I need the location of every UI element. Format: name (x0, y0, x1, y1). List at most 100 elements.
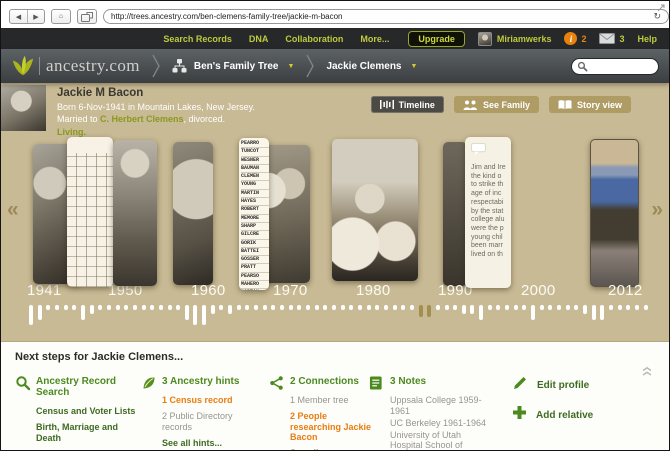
breadcrumb-tree-name[interactable]: Ben's Family Tree (194, 61, 279, 72)
next-steps-item[interactable]: See all hints... (162, 438, 265, 449)
timeline-photo-1960[interactable] (173, 142, 213, 285)
timeline-view-button[interactable]: Timeline (370, 96, 444, 113)
next-steps-item[interactable]: Birth, Marriage and Death (36, 422, 139, 443)
next-steps-item[interactable]: University of Utah Hospital School of Nu… (390, 430, 495, 451)
resize-corner-icon (657, 4, 665, 12)
timeline-photo-1950[interactable] (113, 140, 157, 286)
breadcrumb-person-name[interactable]: Jackie Clemens (326, 61, 401, 72)
timeline-story-card-1990[interactable]: Jim and Ire the kind o to strike th age of … (465, 137, 511, 288)
browser-back-button[interactable]: ◀ (10, 10, 27, 23)
timeline-year-1970[interactable]: 1970 (273, 282, 308, 299)
census-name: MEMORE (241, 215, 269, 223)
timeline-tick (124, 305, 129, 310)
timeline-tick (193, 305, 198, 325)
timeline-tick (608, 305, 613, 310)
timeline-tick (366, 305, 371, 310)
timeline-tick (496, 305, 501, 310)
family-tree-icon (172, 59, 187, 73)
timeline-census-document-1970[interactable]: PEARRO TUNCOT WESNER BAUMAN CLEMEN YOUNG MARTI… (239, 138, 269, 290)
tree-dropdown-icon[interactable]: ▼ (288, 63, 295, 70)
url-text[interactable]: http://trees.ancestry.com/ben-clemens-fa… (111, 12, 649, 21)
story-text-line: the kind o (471, 172, 502, 180)
carousel-prev-button[interactable]: « (7, 199, 19, 220)
census-name: YOUNG (241, 181, 269, 190)
timeline-position-marker[interactable] (427, 305, 432, 317)
spouse-link[interactable]: C. Herbert Clemens (100, 114, 184, 124)
next-steps-column-connections: 2 Connections 1 Member tree 2 People resea… (269, 375, 375, 450)
edit-profile-label: Edit profile (537, 380, 590, 391)
timeline-photo-1980[interactable] (332, 139, 418, 281)
profile-photo[interactable] (1, 85, 46, 131)
timeline-year-2012[interactable]: 2012 (608, 282, 643, 299)
timeline-tick (297, 305, 302, 310)
timeline-tick (72, 305, 77, 310)
site-search-box[interactable] (571, 57, 659, 75)
browser-home-button[interactable]: ⌂ (51, 9, 71, 24)
timeline-position-marker[interactable] (418, 305, 423, 317)
leaf-icon (141, 375, 157, 396)
nav-button-group: ◀ ▶ (9, 9, 45, 24)
census-name: PEARSO (241, 273, 269, 282)
messages[interactable]: 3 (599, 33, 624, 44)
browser-newtab-button[interactable] (77, 9, 97, 24)
nav-link-dna[interactable]: DNA (249, 34, 269, 44)
timeline-tick (210, 305, 215, 314)
timeline-tick (167, 305, 172, 310)
nav-link-collaboration[interactable]: Collaboration (285, 34, 343, 44)
next-steps-item[interactable]: Uppsala College 1959-1961 (390, 395, 495, 416)
site-search-input[interactable] (592, 60, 652, 72)
info-badge-icon[interactable]: i (564, 32, 578, 45)
pencil-icon (512, 375, 528, 396)
census-name: CORTAN (241, 289, 269, 290)
new-tab-icon (81, 11, 93, 22)
timeline-census-document-1941[interactable] (67, 137, 113, 287)
timeline-tick (115, 305, 120, 310)
timeline-scrubber[interactable] (29, 305, 648, 325)
census-name: CLEMEN (241, 173, 269, 182)
next-steps-item[interactable]: Census and Voter Lists (36, 406, 139, 417)
see-family-button[interactable]: See Family (453, 96, 539, 113)
census-name: PRATT (241, 264, 269, 273)
census-name: WESNER (241, 157, 269, 165)
story-text-line: by the stat (471, 207, 504, 215)
upgrade-button[interactable]: Upgrade (408, 30, 465, 47)
brand-wordmark[interactable]: ancestry.com (46, 56, 140, 76)
timeline-tick (643, 305, 648, 310)
timeline-photo-partial-1990[interactable] (443, 142, 467, 286)
timeline-photo-2012[interactable] (590, 139, 639, 287)
edit-profile-button[interactable]: Edit profile (512, 375, 641, 396)
timeline-year-1960[interactable]: 1960 (191, 282, 226, 299)
birth-info: Born 6-Nov-1941 in Mountain Lakes, New J… (57, 101, 255, 112)
user-avatar[interactable] (477, 31, 492, 46)
timeline-tick (29, 305, 33, 325)
timeline-tick (80, 305, 85, 320)
nav-link-search-records[interactable]: Search Records (163, 34, 232, 44)
help-link[interactable]: Help (637, 34, 657, 44)
url-bar[interactable]: http://trees.ancestry.com/ben-clemens-fa… (103, 9, 669, 24)
timeline-year-2000[interactable]: 2000 (521, 282, 556, 299)
timeline-year-1941[interactable]: 1941 (27, 282, 62, 299)
timeline-year-1980[interactable]: 1980 (356, 282, 391, 299)
next-steps-item[interactable]: 2 People researching Jackie Bacon (290, 411, 375, 443)
timeline-tick (539, 305, 544, 310)
person-dropdown-icon[interactable]: ▼ (411, 63, 418, 70)
nav-link-more[interactable]: More... (360, 34, 389, 44)
notifications[interactable]: i 2 (564, 32, 586, 45)
add-relative-button[interactable]: Add relative (512, 405, 641, 425)
carousel-next-button[interactable]: » (651, 199, 663, 220)
timeline-tick (470, 305, 475, 314)
next-steps-item[interactable]: 1 Census record (162, 395, 265, 406)
browser-chrome: ◀ ▶ ⌂ http://trees.ancestry.com/ben-clem… (1, 1, 669, 28)
timeline-tick (583, 305, 587, 314)
story-view-button[interactable]: Story view (548, 96, 631, 113)
timeline-tick (89, 305, 94, 314)
browser-forward-button[interactable]: ▶ (27, 10, 44, 23)
timeline-tick (375, 305, 380, 310)
timeline-tick (531, 305, 536, 320)
reload-icon[interactable]: ↻ (653, 12, 661, 21)
username-link[interactable]: Miriamwerks (497, 34, 552, 44)
record-search-icon (15, 375, 31, 396)
next-steps-item[interactable]: 2 Public Directory records (162, 411, 265, 432)
next-steps-item[interactable]: UC Berkeley 1961-1964 (390, 418, 495, 429)
next-steps-item[interactable]: 1 Member tree (290, 395, 375, 406)
